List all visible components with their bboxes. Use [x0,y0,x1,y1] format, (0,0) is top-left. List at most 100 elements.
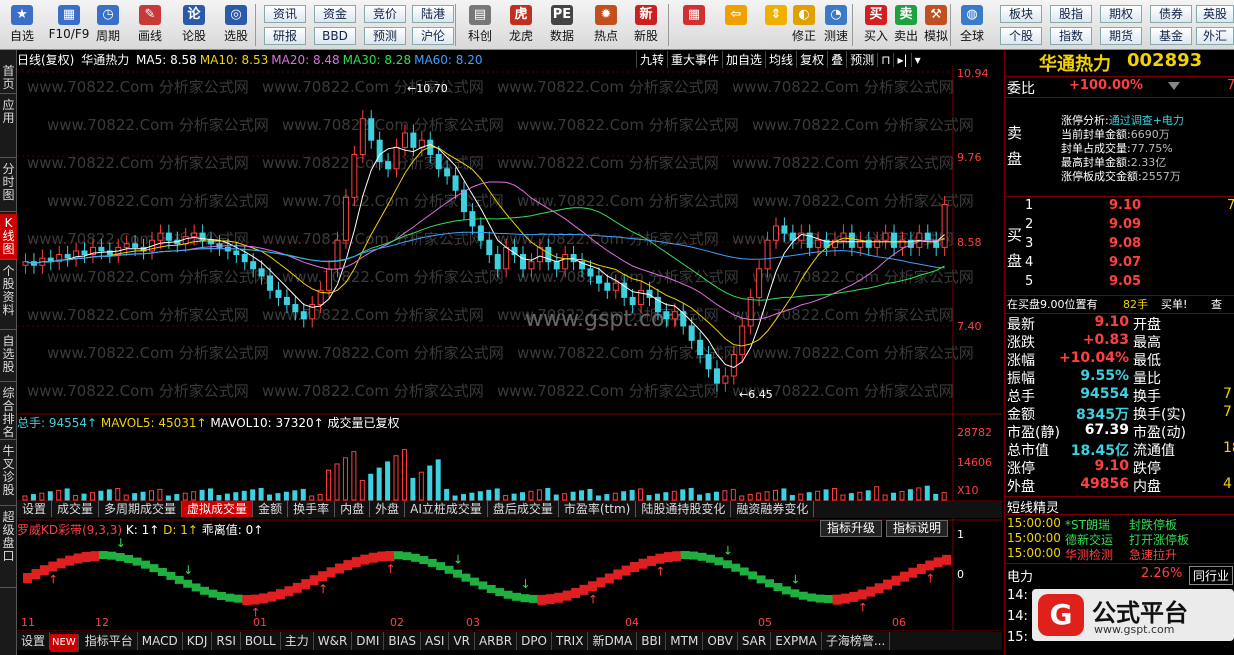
volume-tab-13[interactable]: 融资融券变化 [731,501,815,517]
quick-link-14[interactable]: 个股 [1000,27,1042,45]
quick-link-9[interactable]: 板块 [1000,5,1042,23]
toolbar-button-6[interactable]: ◎ 选股 [218,3,254,47]
kline-chart-area[interactable]: www.70822.Com 分析家公式网 www.70822.Com 分析家公式网… [17,68,1002,631]
quick-link-16[interactable]: 期货 [1100,27,1142,45]
quick-link-2[interactable]: 资金 [314,5,356,23]
toolbar-button-11[interactable]: 新新股 [628,3,664,47]
toolbar-button-16[interactable]: ◔ 测速 [818,3,854,47]
left-tab-9[interactable]: 超级盘口 [0,508,17,588]
indicator-help-button[interactable]: 指标说明 [886,520,949,537]
volume-tab-3[interactable]: 多周期成交量 [99,501,183,517]
toolbar-button-20[interactable]: ◍ 全球 [954,3,990,47]
left-tab-4[interactable]: K线图 [0,214,17,260]
bid-row[interactable]: 3 9.08 [1005,236,1234,255]
toolbar-button-2[interactable]: ▦ F10/F9 [47,3,91,47]
indicator-tab-12[interactable]: VR [449,632,475,650]
quick-link-17[interactable]: 基金 [1150,27,1192,45]
quick-link-5[interactable]: 研报 [264,27,306,45]
indicator-tab-22[interactable]: 子海榜警... [822,632,891,650]
volume-tab-7[interactable]: 内盘 [335,501,371,517]
short-line-item[interactable]: 15:00:00 *ST朗瑞 封跌停板 [1005,516,1234,532]
indicator-tab-21[interactable]: EXPMA [771,632,822,650]
indicator-upgrade-button[interactable]: 指标升级 [820,520,883,537]
volume-tab-12[interactable]: 陆股通持股变化 [636,501,732,517]
chart-menu-item-7[interactable]: 预测 [846,51,877,68]
quick-link-1[interactable]: 资讯 [264,5,306,23]
indicator-tab-2[interactable]: 指标平台 [81,632,138,650]
left-tab-8[interactable]: 牛叉诊股 [0,442,17,506]
indicator-tab-16[interactable]: 新DMA [588,632,638,650]
chart-menu-item-6[interactable]: 叠 [827,51,846,68]
indicator-tab-3[interactable]: MACD [138,632,183,650]
toolbar-button-4[interactable]: ✎ 画线 [132,3,168,47]
indicator-tab-8[interactable]: W&R [314,632,353,650]
indicator-tab-17[interactable]: BBI [637,632,667,650]
volume-tab-11[interactable]: 市盈率(ttm) [559,501,637,517]
indicator-tab-1[interactable]: 设置 [17,632,51,650]
volume-tab-8[interactable]: 外盘 [370,501,406,517]
quick-link-11[interactable]: 期权 [1100,5,1142,23]
quick-link-13[interactable]: 英股 [1196,5,1234,23]
indicator-tab-7[interactable]: 主力 [281,632,314,650]
indicator-tab-14[interactable]: DPO [517,632,552,650]
quick-link-7[interactable]: 预测 [364,27,406,45]
toolbar-button-3[interactable]: ◷ 周期 [90,3,126,47]
nav-arrow-icon[interactable]: ▸| [893,53,910,67]
short-line-item[interactable]: 15:00:00 德新交运 打开涨停板 [1005,531,1234,547]
volume-tab-5[interactable]: 金额 [253,501,289,517]
volume-tab-9[interactable]: AI立桩成交量 [405,501,488,517]
toolbar-button-19[interactable]: ⚒ 模拟 [918,3,954,47]
chart-menu-item-3[interactable]: 加自选 [722,51,765,68]
indicator-tab-4[interactable]: KDJ [183,632,213,650]
indicator-tab-9[interactable]: DMI [352,632,385,650]
volume-tab-4[interactable]: 虚拟成交量 [182,501,254,517]
quick-link-6[interactable]: BBD [314,27,356,45]
short-line-item[interactable]: 15:00:00 华测检测 急速拉升 [1005,546,1234,562]
quick-link-18[interactable]: 外汇 [1196,27,1234,45]
bid-row[interactable]: 4 9.07 [1005,255,1234,274]
bid-row[interactable]: 5 9.05 [1005,274,1234,293]
left-tab-6[interactable]: 自选股 [0,332,17,382]
limit-info-value[interactable]: 通过调查+电力 [1109,114,1184,127]
volume-tab-10[interactable]: 盘后成交量 [488,501,559,517]
volume-tab-1[interactable]: 设置 [17,501,53,517]
toolbar-button-10[interactable]: ✹ 热点 [588,3,624,47]
left-tab-7[interactable]: 综合排名 [0,384,17,440]
toolbar-button-1[interactable]: ★ 自选 [4,3,40,47]
toolbar-button-8[interactable]: 虎龙虎 [503,3,539,47]
quick-link-8[interactable]: 沪伦 [412,27,454,45]
toolbar-button-5[interactable]: 论论股 [176,3,212,47]
quick-link-4[interactable]: 陆港 [412,5,454,23]
quick-link-3[interactable]: 竞价 [364,5,406,23]
indicator-tab-15[interactable]: TRIX [552,632,589,650]
toolbar-button-15[interactable]: ◐ 修正 [786,3,822,47]
chart-menu-item-2[interactable]: 重大事件 [667,51,722,68]
quick-link-10[interactable]: 股指 [1050,5,1092,23]
collapse-arrow-icon[interactable] [1168,82,1180,90]
left-tab-5[interactable]: 个股资料 [0,262,17,330]
indicator-tab-13[interactable]: ARBR [475,632,518,650]
bid-row[interactable]: 1 9.10 7 [1005,198,1234,217]
toolbar-button-13[interactable]: ⇦ [718,3,754,47]
bid-row[interactable]: 2 9.09 [1005,217,1234,236]
same-industry-button[interactable]: 同行业 [1189,566,1234,585]
quick-link-12[interactable]: 债券 [1150,5,1192,23]
chart-menu-item-4[interactable]: 均线 [765,51,796,68]
volume-tab-6[interactable]: 换手率 [288,501,336,517]
indicator-name[interactable]: 罗威KD彩带(9,3,3) [17,523,122,537]
indicator-tab-18[interactable]: MTM [666,632,704,650]
chart-menu-item-5[interactable]: 复权 [796,51,827,68]
indicator-tab-5[interactable]: RSI [212,632,241,650]
left-tab-3[interactable]: 分时图 [0,160,17,212]
dropdown-icon[interactable]: ▾ [910,53,924,67]
volume-tab-2[interactable]: 成交量 [52,501,100,517]
query-link[interactable]: 查 [1211,296,1222,312]
left-tab-1[interactable]: 首页 [0,62,17,94]
toolbar-button-12[interactable]: ▦ [676,3,712,47]
indicator-tab-10[interactable]: BIAS [384,632,422,650]
toolbar-button-7[interactable]: ▤ 科创 [462,3,498,47]
indicator-tab-19[interactable]: OBV [703,632,738,650]
chart-menu-item-1[interactable]: 九转 [636,51,667,68]
indicator-tab-11[interactable]: ASI [421,632,450,650]
toolbar-button-9[interactable]: PE 数据 [544,3,580,47]
